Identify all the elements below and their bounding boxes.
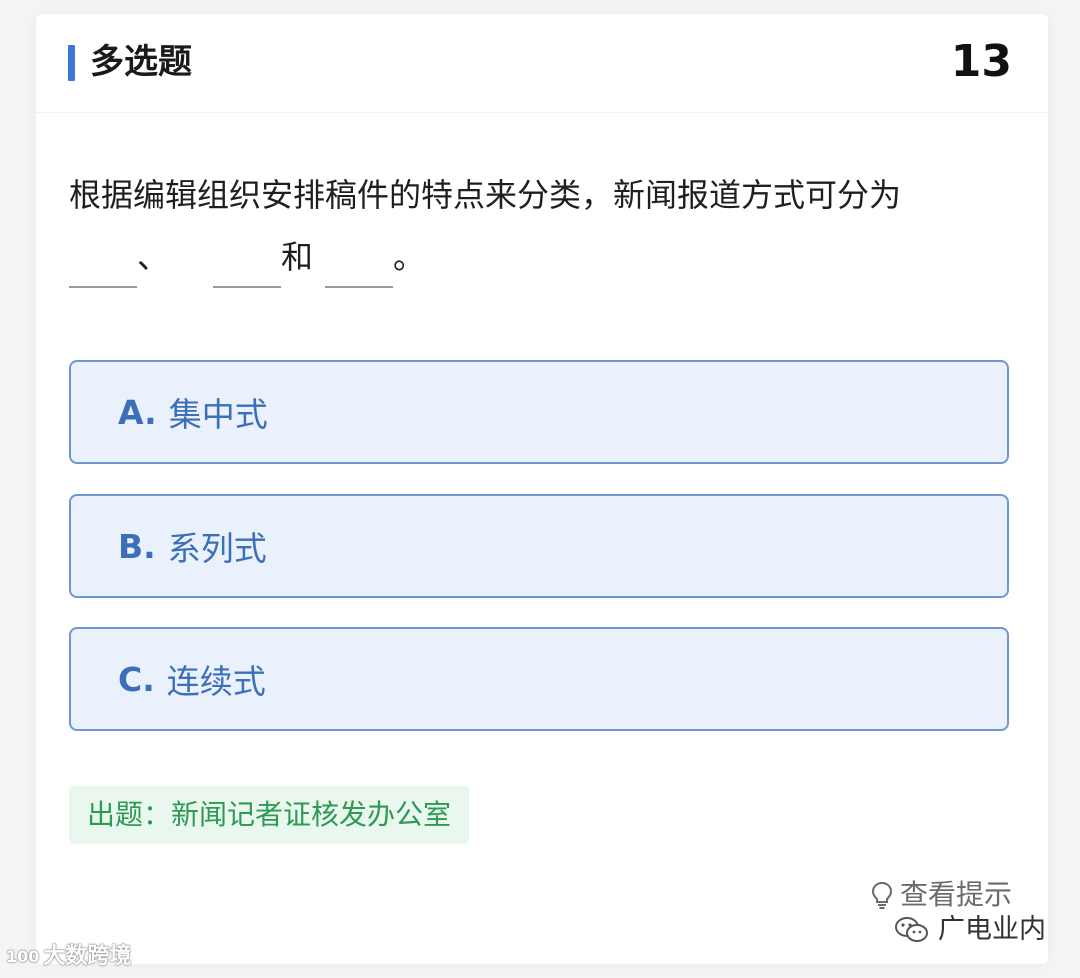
option-letter: C. (118, 659, 155, 699)
option-letter: B. (118, 526, 156, 566)
option-text: 集中式 (168, 395, 268, 434)
watermark-left: 100 大数跨境 (6, 942, 131, 972)
option-a-button[interactable]: A. 集中式 (69, 360, 1009, 464)
watermark-right: 广电业内 (894, 912, 1046, 948)
question-end-mark: 。 (393, 238, 426, 276)
option-text: 系列式 (167, 529, 267, 568)
answer-blank-1 (69, 242, 137, 288)
source-badge: 出题：新闻记者证核发办公室 (69, 786, 470, 844)
card-header: 多选题 13 (36, 14, 1048, 113)
lightbulb-icon (871, 881, 892, 909)
option-b-button[interactable]: B. 系列式 (69, 494, 1009, 598)
watermark-left-text: 大数跨境 (43, 944, 132, 969)
option-text: 连续式 (166, 662, 266, 701)
accent-bar (68, 45, 75, 81)
question-card: 多选题 13 根据编辑组织安排稿件的特点来分类，新闻报道方式可分为 、 和 。 … (36, 14, 1048, 964)
question-line-2: 、 和 。 (69, 226, 1019, 288)
question-line-1: 根据编辑组织安排稿件的特点来分类，新闻报道方式可分为 (69, 176, 902, 214)
answer-blank-2 (213, 242, 282, 288)
watermark-right-text: 广电业内 (938, 914, 1046, 945)
hint-label: 查看提示 (899, 878, 1012, 911)
wechat-icon (895, 917, 928, 942)
answer-blank-3 (325, 242, 394, 288)
option-c-button[interactable]: C. 连续式 (69, 627, 1009, 731)
view-hint-button[interactable]: 查看提示 (870, 875, 1012, 915)
question-text: 根据编辑组织安排稿件的特点来分类，新闻报道方式可分为 、 和 。 (69, 164, 1019, 288)
option-letter: A. (118, 392, 157, 432)
question-separator-1: 、 (137, 238, 170, 276)
question-type-label: 多选题 (90, 42, 192, 82)
watermark-logo: 100 (6, 947, 40, 966)
question-number: 13 (950, 36, 1012, 87)
question-separator-2: 和 (281, 238, 314, 276)
